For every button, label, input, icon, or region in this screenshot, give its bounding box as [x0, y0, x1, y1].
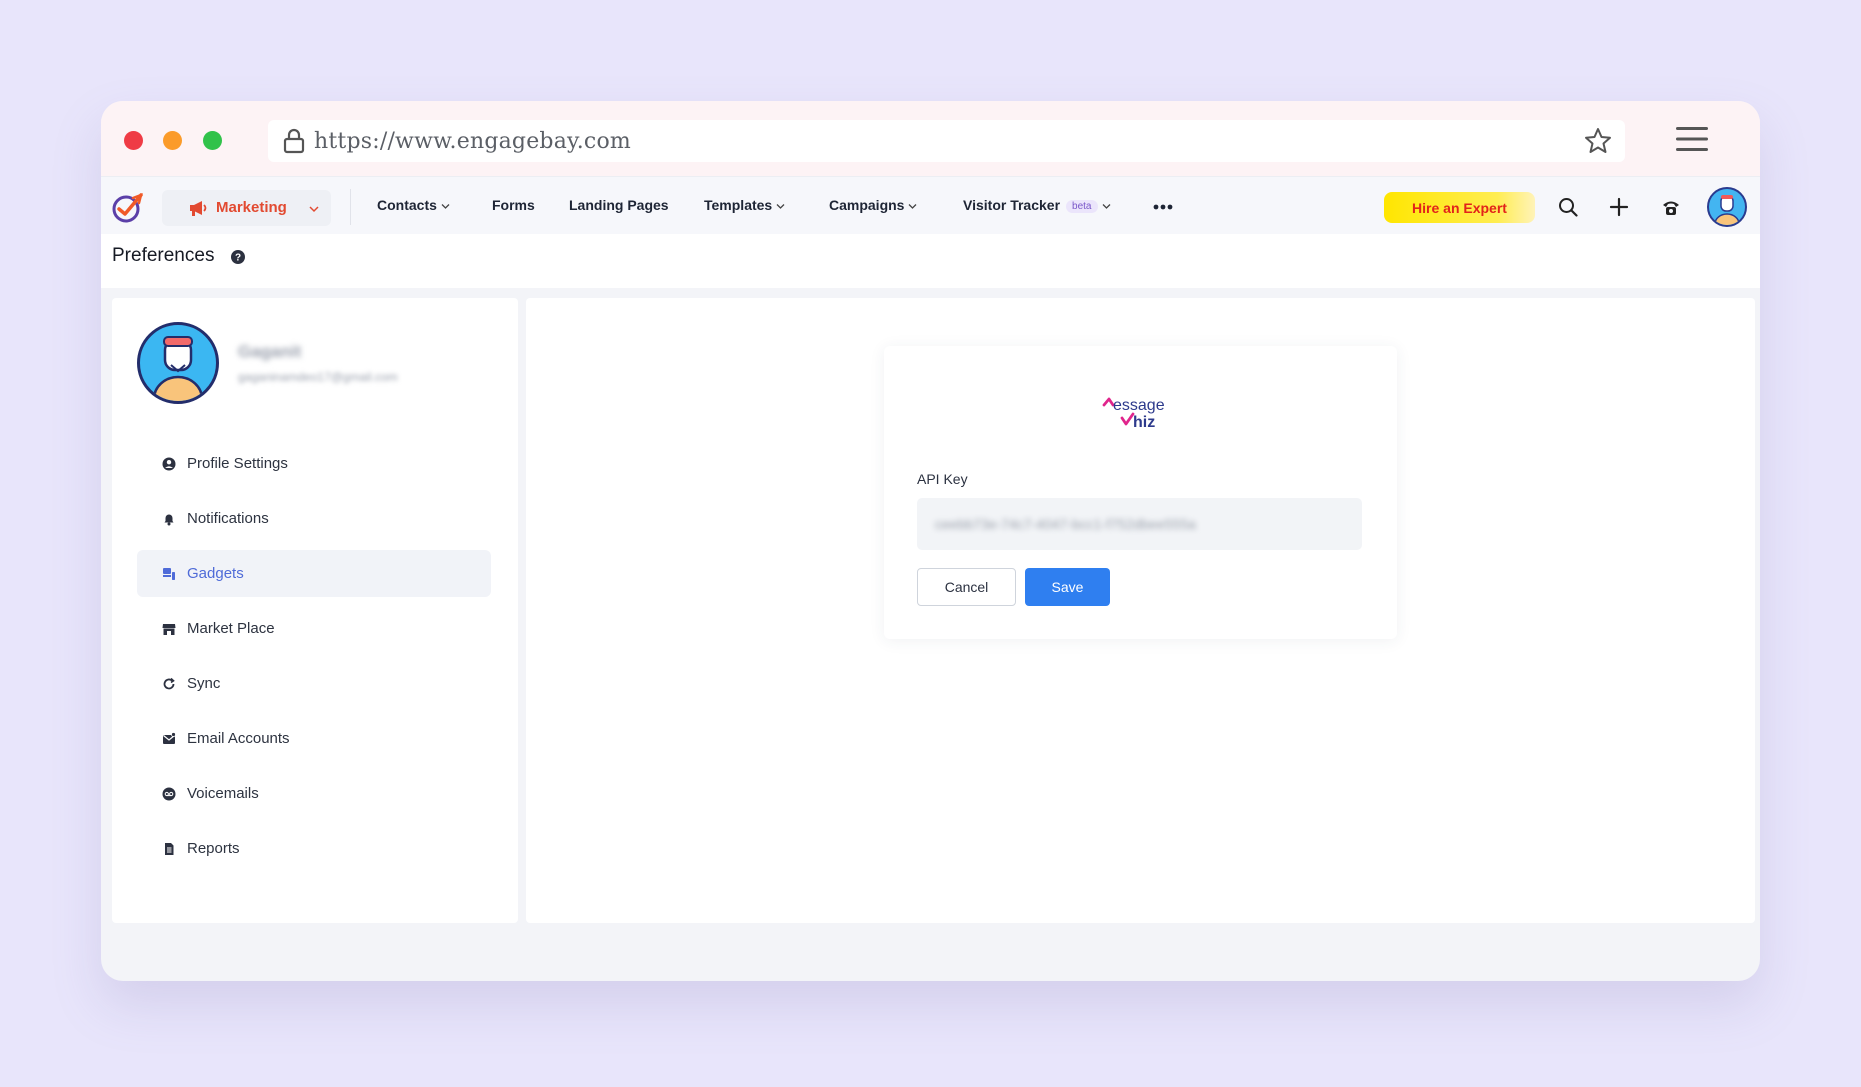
- email-icon: [163, 732, 176, 744]
- profile-email: gaganinamdeo17@gmail.com: [238, 370, 398, 384]
- sidebar-item-profile-settings[interactable]: Profile Settings: [137, 440, 491, 487]
- chevron-down-icon: [909, 203, 917, 209]
- svg-text:hiz: hiz: [1133, 414, 1155, 430]
- sidebar-item-reports[interactable]: Reports: [137, 825, 491, 872]
- maximize-window-button[interactable]: [203, 131, 222, 150]
- page-header: Preferences ?: [101, 234, 1760, 288]
- nav-item-label: Campaigns: [829, 197, 905, 213]
- search-icon[interactable]: [1558, 197, 1578, 217]
- close-window-button[interactable]: [124, 131, 143, 150]
- nav-item-contacts[interactable]: Contacts: [377, 197, 450, 213]
- profile-name: Gaganit: [238, 342, 302, 361]
- messagewhiz-logo: essage hiz: [1102, 397, 1165, 430]
- address-bar[interactable]: https://www.engagebay.com: [268, 120, 1625, 162]
- beta-badge: beta: [1066, 199, 1098, 213]
- store-icon: [162, 624, 176, 635]
- engagebay-logo-icon[interactable]: [111, 190, 145, 224]
- sidebar-item-voicemails[interactable]: Voicemails: [137, 770, 491, 817]
- chevron-down-icon: [309, 206, 319, 213]
- more-horizontal-icon[interactable]: [1153, 204, 1173, 210]
- nav-divider: [350, 189, 351, 225]
- sidebar-item-label: Gadgets: [187, 565, 244, 582]
- megaphone-icon: [190, 201, 207, 216]
- sidebar-item-label: Profile Settings: [187, 455, 288, 472]
- sidebar-item-email-accounts[interactable]: Email Accounts: [137, 715, 491, 762]
- plus-icon[interactable]: [1609, 197, 1629, 217]
- voicemail-icon: [162, 787, 176, 801]
- sidebar-item-label: Notifications: [187, 510, 269, 527]
- nav-item-templates[interactable]: Templates: [704, 197, 785, 213]
- svg-text:essage: essage: [1113, 397, 1165, 414]
- cancel-button[interactable]: Cancel: [917, 568, 1016, 606]
- sync-icon: [163, 677, 175, 690]
- lock-icon: [283, 128, 305, 154]
- hire-an-expert-button[interactable]: Hire an Expert: [1384, 192, 1535, 223]
- gadget-icon: [163, 568, 175, 580]
- svg-text:?: ?: [235, 253, 241, 264]
- url-text: https://www.engagebay.com: [314, 129, 631, 154]
- profile-avatar-icon: [152, 336, 204, 401]
- user-avatar-icon: [1714, 195, 1740, 225]
- report-icon: [165, 843, 174, 855]
- nav-item-campaigns[interactable]: Campaigns: [829, 197, 917, 213]
- nav-item-label: Visitor Tracker: [963, 197, 1061, 213]
- sidebar-item-label: Email Accounts: [187, 730, 290, 747]
- preferences-sidebar: Gaganit gaganinamdeo17@gmail.com Profile…: [112, 298, 518, 923]
- app-navbar: Marketing Contacts Forms Landing Pages T…: [101, 176, 1760, 235]
- profile-avatar: [137, 322, 219, 404]
- chevron-down-icon: [1102, 203, 1110, 209]
- chevron-down-icon: [441, 203, 450, 209]
- nav-item-label: Landing Pages: [569, 197, 669, 213]
- api-key-label: API Key: [917, 471, 968, 487]
- chevron-down-icon: [776, 203, 785, 209]
- hamburger-menu-icon[interactable]: [1676, 125, 1708, 153]
- nav-item-label: Contacts: [377, 197, 437, 213]
- save-button[interactable]: Save: [1025, 568, 1110, 606]
- sidebar-item-label: Reports: [187, 840, 240, 857]
- bell-icon: [164, 514, 174, 526]
- browser-window: https://www.engagebay.com Marketing Cont…: [101, 101, 1760, 981]
- user-circle-icon: [162, 457, 176, 471]
- preferences-menu: Profile Settings Notifications Gadgets M…: [137, 440, 491, 880]
- nav-item-landing-pages[interactable]: Landing Pages: [569, 197, 669, 213]
- api-key-input[interactable]: [917, 498, 1362, 550]
- sidebar-item-label: Voicemails: [187, 785, 259, 802]
- gadget-content-panel: essage hiz API Key ceebb73e-74c7-4047-bc…: [526, 298, 1755, 923]
- nav-item-forms[interactable]: Forms: [492, 197, 535, 213]
- sidebar-item-gadgets[interactable]: Gadgets: [137, 550, 491, 597]
- page-title: Preferences: [112, 245, 215, 266]
- sidebar-item-sync[interactable]: Sync: [137, 660, 491, 707]
- nav-item-label: Templates: [704, 197, 773, 213]
- nav-item-label: Forms: [492, 197, 535, 213]
- module-switcher[interactable]: Marketing: [162, 190, 331, 226]
- sidebar-item-notifications[interactable]: Notifications: [137, 495, 491, 542]
- minimize-window-button[interactable]: [163, 131, 182, 150]
- nav-item-visitor-tracker[interactable]: Visitor Tracker beta: [963, 197, 1111, 213]
- module-label: Marketing: [216, 199, 287, 216]
- help-icon[interactable]: ?: [231, 250, 245, 264]
- user-avatar[interactable]: [1707, 187, 1747, 227]
- sidebar-item-label: Sync: [187, 675, 221, 692]
- bookmark-star-icon[interactable]: [1583, 126, 1613, 156]
- phone-icon[interactable]: [1661, 197, 1681, 217]
- browser-titlebar: https://www.engagebay.com: [101, 101, 1760, 176]
- sidebar-item-market-place[interactable]: Market Place: [137, 605, 491, 652]
- sidebar-item-label: Market Place: [187, 620, 275, 637]
- gadget-config-card: essage hiz API Key ceebb73e-74c7-4047-bc…: [884, 346, 1397, 639]
